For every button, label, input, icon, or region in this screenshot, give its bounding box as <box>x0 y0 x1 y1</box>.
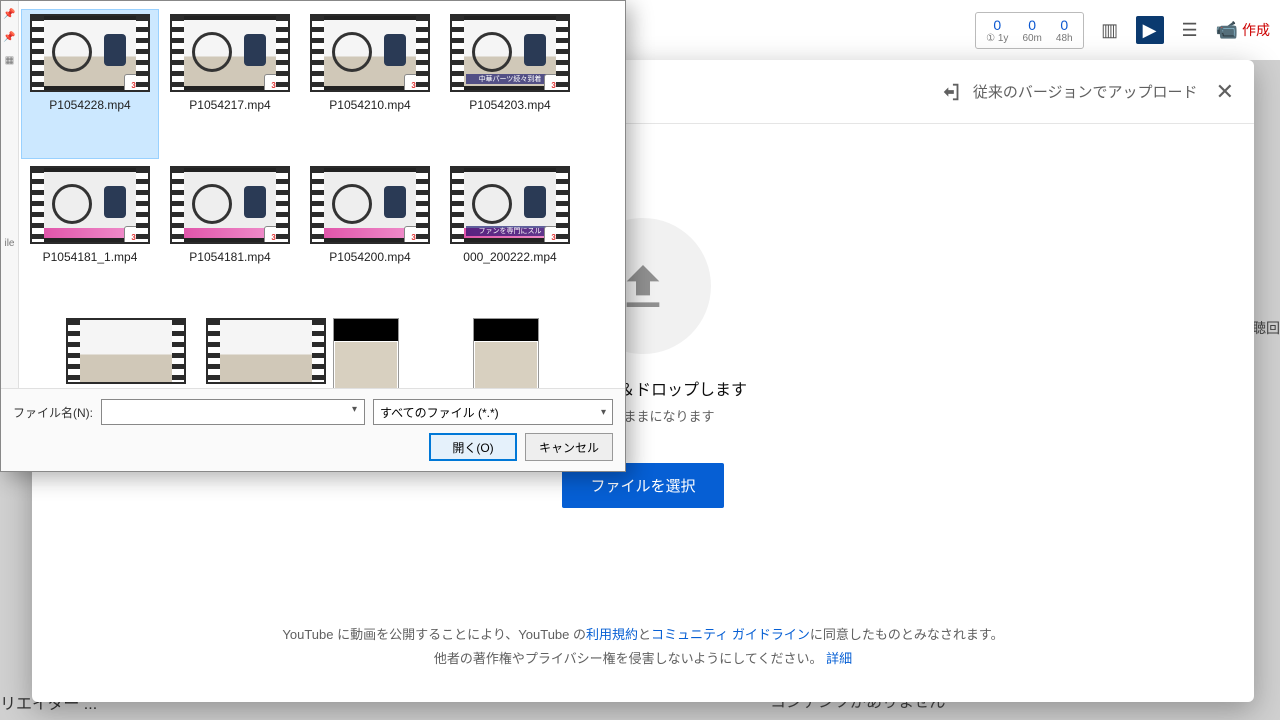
pin-icon: 📌 <box>3 9 15 20</box>
stat-2: 0 <box>1022 17 1041 33</box>
stat-3: 0 <box>1056 17 1073 33</box>
file-name-label: P1054200.mp4 <box>329 250 410 264</box>
legacy-upload-link[interactable]: 従来のバージョンでアップロード <box>941 81 1198 103</box>
tos-link[interactable]: 利用規約 <box>586 627 638 642</box>
file-name-label: P1054181_1.mp4 <box>43 250 138 264</box>
file-thumb[interactable] <box>57 313 195 388</box>
analytics-icon[interactable]: ▥ <box>1096 16 1124 44</box>
filename-label: ファイル名(N): <box>13 404 93 421</box>
codec-badge-icon: 321 <box>264 74 290 92</box>
open-button[interactable]: 開く(O) <box>429 433 517 461</box>
file-thumb[interactable]: 321 P1054210.mp4 <box>301 9 439 159</box>
codec-badge-icon: 321 <box>544 226 570 244</box>
file-thumb[interactable]: ファンを専門にスル321000_200222.mp4 <box>441 161 579 311</box>
filename-input[interactable] <box>101 399 365 425</box>
file-thumb[interactable] <box>197 313 335 388</box>
pin-icon: 📌 <box>3 32 15 43</box>
file-thumb[interactable] <box>437 313 575 388</box>
file-thumb[interactable]: 321 P1054181.mp4 <box>161 161 299 311</box>
file-name-label: P1054181.mp4 <box>189 250 270 264</box>
community-guidelines-link[interactable]: コミュニティ ガイドライン <box>651 627 810 642</box>
codec-badge-icon: 321 <box>404 74 430 92</box>
file-name-label: 000_200222.mp4 <box>463 250 556 264</box>
file-name-label: P1054203.mp4 <box>469 98 550 112</box>
flag-icon[interactable]: ▶ <box>1136 16 1164 44</box>
codec-badge-icon: 321 <box>544 74 570 92</box>
menu-icon[interactable]: ☰ <box>1176 16 1204 44</box>
close-icon[interactable]: ✕ <box>1216 79 1234 105</box>
dialog-bottom-panel: ファイル名(N): すべてのファイル (*.*) 開く(O) キャンセル <box>1 388 625 471</box>
file-grid[interactable]: 321 P1054228.mp4 321 P1054217.mp4 321 P105421… <box>19 1 625 388</box>
learn-more-link[interactable]: 詳細 <box>826 651 852 666</box>
file-thumb[interactable]: 中華パーツ続々到着321P1054203.mp4 <box>441 9 579 159</box>
upload-footer: YouTube に動画を公開することにより、YouTube の利用規約とコミュニ… <box>32 603 1254 702</box>
stat-1: 0 <box>986 17 1008 33</box>
drive-icon: ▦ <box>5 55 14 66</box>
file-thumb[interactable]: 321 P1054217.mp4 <box>161 9 299 159</box>
filetype-combo[interactable]: すべてのファイル (*.*) <box>373 399 613 425</box>
exit-icon <box>941 81 963 103</box>
file-name-label: P1054228.mp4 <box>49 98 130 112</box>
file-open-dialog: 📌 📌 ▦ ile 321 P1054228.mp4 321 P1054217.mp4… <box>0 0 626 472</box>
codec-badge-icon: 321 <box>124 74 150 92</box>
file-thumb[interactable]: 321 P1054228.mp4 <box>21 9 159 159</box>
file-name-label: P1054217.mp4 <box>189 98 270 112</box>
header-stats: 0① 1y 060m 048h <box>975 12 1083 49</box>
dialog-nav-rail: 📌 📌 ▦ ile <box>1 1 19 388</box>
codec-badge-icon: 321 <box>264 226 290 244</box>
codec-badge-icon: 321 <box>404 226 430 244</box>
cancel-button[interactable]: キャンセル <box>525 433 613 461</box>
file-thumb[interactable]: 321 P1054200.mp4 <box>301 161 439 311</box>
create-button[interactable]: 📹作成 <box>1216 20 1270 41</box>
file-name-label: P1054210.mp4 <box>329 98 410 112</box>
file-thumb[interactable]: 321 P1054181_1.mp4 <box>21 161 159 311</box>
codec-badge-icon: 321 <box>124 226 150 244</box>
